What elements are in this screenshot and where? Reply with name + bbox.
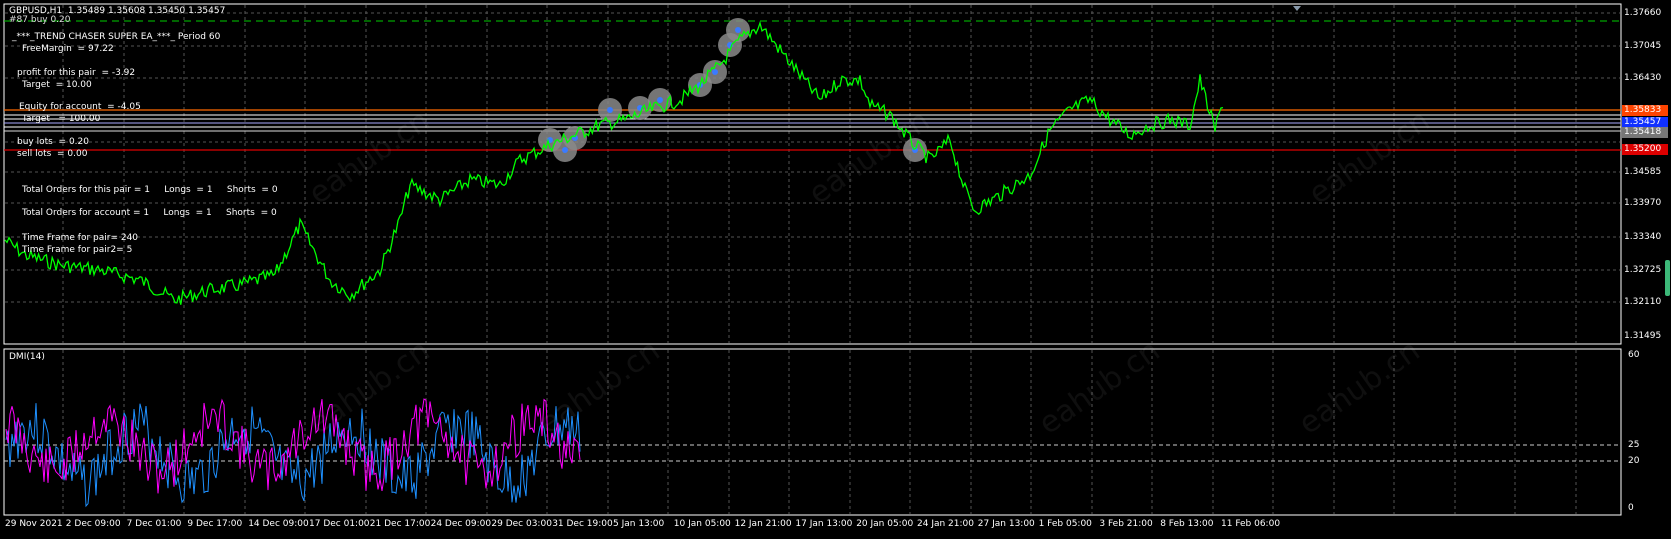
price-scale-handle[interactable] [1665, 260, 1670, 296]
chart-canvas[interactable] [0, 0, 1671, 539]
time-axis-label: 9 Dec 17:00 [187, 519, 243, 529]
ea-title: _***_TREND CHASER SUPER EA_***_ Period 6… [12, 32, 221, 42]
indicator-level-label: 20 [1628, 456, 1640, 466]
orders-pair: Total Orders for this pair = 1 Longs = 1… [22, 185, 278, 195]
free-margin: FreeMargin = 97.22 [22, 44, 114, 54]
price-axis-label: 1.37660 [1624, 8, 1662, 18]
trade-markers [538, 18, 927, 162]
price-tag-level: 1.35418 [1622, 127, 1668, 138]
trade-arrow [712, 69, 718, 75]
time-axis-label: 14 Dec 09:00 [248, 519, 309, 529]
order-tag: #87 buy 0.20 [9, 15, 71, 25]
price-tag-sl: 1.35200 [1622, 144, 1668, 155]
time-axis-label: 20 Jan 05:00 [856, 519, 914, 529]
trade-arrow [657, 97, 663, 103]
time-axis-label: 11 Feb 06:00 [1221, 519, 1281, 529]
sell-lots: sell lots = 0.00 [17, 149, 88, 159]
plus-di-line [5, 403, 581, 508]
price-axis-label: 1.36430 [1624, 73, 1662, 83]
orders-account: Total Orders for account = 1 Longs = 1 S… [22, 208, 277, 218]
time-axis-label: 21 Dec 17:00 [369, 519, 431, 529]
time-axis-label: 29 Dec 03:00 [491, 519, 552, 529]
time-axis-label: 31 Dec 19:00 [552, 519, 613, 529]
time-axis-label: 10 Jan 05:00 [673, 519, 731, 529]
price-axis-label: 1.32725 [1624, 265, 1662, 275]
price-tag-tp: 1.35833 [1622, 105, 1668, 116]
time-axis-label: 8 Feb 13:00 [1160, 519, 1214, 529]
indicator-level-label: 60 [1628, 350, 1640, 360]
time-axis-label: 1 Feb 05:00 [1038, 519, 1092, 529]
indicator-name: DMI(14) [9, 352, 45, 362]
target-account: Target = 100.00 [22, 114, 101, 124]
time-axis-label: 17 Jan 13:00 [795, 519, 853, 529]
timeframe-pair2: Time Frame for pair2= 5 [22, 245, 133, 255]
profit-pair: profit for this pair = -3.92 [17, 68, 136, 78]
price-axis-label: 1.34585 [1624, 167, 1662, 177]
price-line [4, 20, 1224, 305]
trade-arrow [735, 27, 741, 33]
price-axis-label: 1.32110 [1624, 297, 1662, 307]
indicator-level-label: 0 [1628, 503, 1634, 513]
time-axis-label: 7 Dec 01:00 [126, 519, 182, 529]
time-axis-label: 27 Jan 13:00 [977, 519, 1035, 529]
price-axis-label: 1.37045 [1624, 41, 1662, 51]
time-axis-label: 2 Dec 09:00 [65, 519, 121, 529]
price-axis-label: 1.33340 [1624, 232, 1662, 242]
equity-account: Equity for account = -4.05 [19, 102, 141, 112]
indicator-level-label: 25 [1628, 440, 1640, 450]
time-axis-label: 5 Jan 13:00 [613, 519, 665, 529]
price-axis-label: 1.31495 [1624, 331, 1662, 341]
price-axis-label: 1.33970 [1624, 198, 1662, 208]
chart-window[interactable]: eahub.cn eahub.cn eahub.cn eahub.cn eahu… [0, 0, 1671, 539]
triangle-down-icon [1293, 6, 1301, 11]
main-chart-frame [3, 3, 1622, 345]
target-pair: Target = 10.00 [22, 80, 92, 90]
buy-lots: buy lots = 0.20 [17, 137, 89, 147]
time-axis-label: 29 Nov 2021 [5, 519, 63, 529]
time-axis-label: 17 Dec 01:00 [309, 519, 370, 529]
time-axis-label: 24 Jan 21:00 [917, 519, 974, 529]
time-axis-label: 24 Dec 09:00 [430, 519, 492, 529]
trade-arrow [607, 107, 613, 113]
time-axis-label: 12 Jan 21:00 [734, 519, 792, 529]
timeframe-pair: Time Frame for pair= 240 [22, 233, 139, 243]
time-axis-label: 3 Feb 21:00 [1099, 519, 1153, 529]
trade-arrow [562, 147, 568, 153]
